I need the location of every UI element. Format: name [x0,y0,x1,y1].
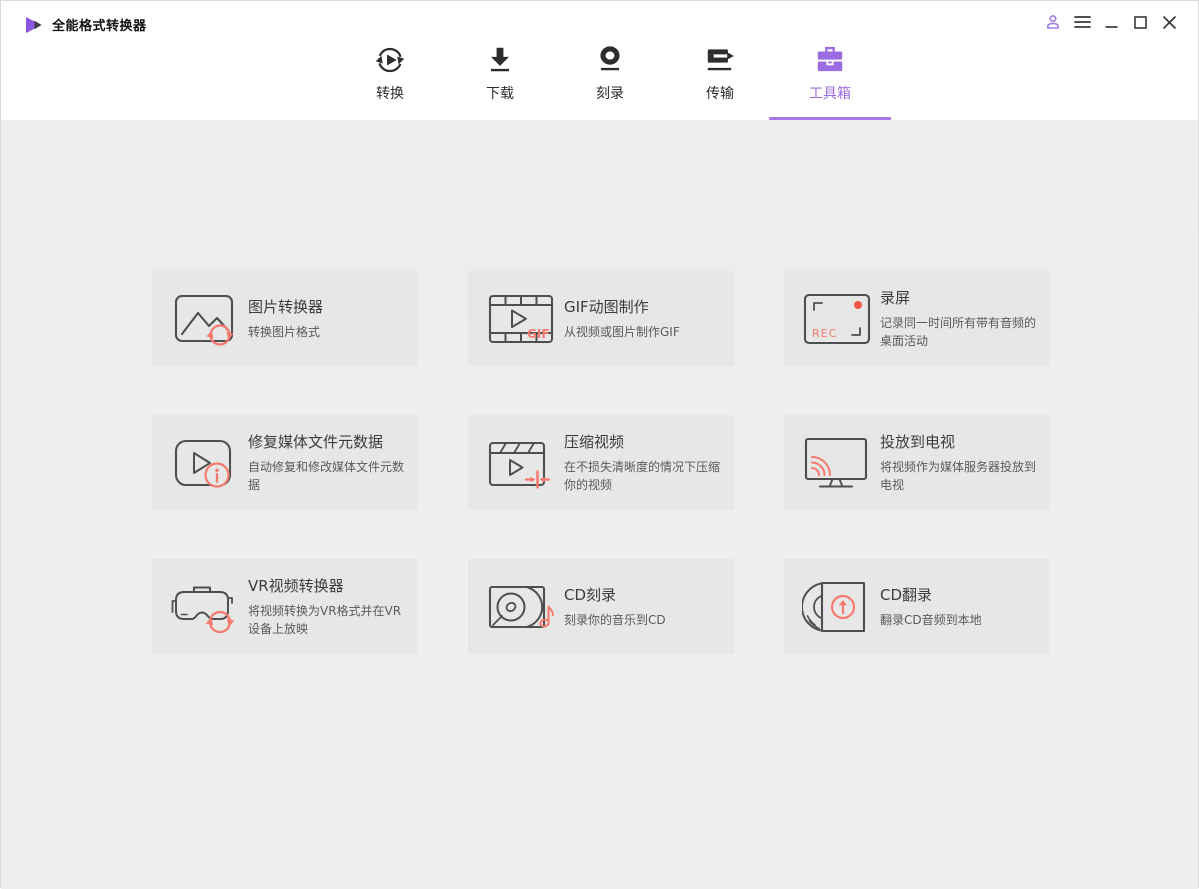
tab-transfer[interactable]: 传输 [665,37,775,120]
tab-transfer-label: 传输 [706,86,734,102]
card-title: GIF动图制作 [564,297,649,316]
card-desc: 在不损失清晰度的情况下压缩你的视频 [564,460,721,492]
card-vr-converter[interactable]: VR视频转换器 将视频转换为VR格式并在VR设备上放映 [152,559,418,654]
tab-download[interactable]: 下载 [445,37,555,120]
cd-rip-icon [800,572,876,642]
card-desc: 将视频转换为VR格式并在VR设备上放映 [248,604,402,636]
tab-burn[interactable]: 刻录 [555,37,665,120]
tab-toolbox-label: 工具箱 [809,86,851,102]
card-fix-metadata[interactable]: 修复媒体文件元数据 自动修复和修改媒体文件元数据 [152,415,418,510]
minimize-icon[interactable] [1100,13,1122,31]
download-icon [483,37,517,77]
convert-icon [373,37,407,77]
svg-text:REC: REC [812,327,837,340]
screen-record-icon: REC [800,284,876,354]
header: 全能格式转换器 转换 下载 刻录 传输 工具箱 [1,1,1198,120]
card-title: 投放到电视 [880,433,956,452]
card-desc: 刻录你的音乐到CD [564,612,666,627]
toolbox-cards-grid: 图片转换器 转换图片格式 GIF GIF动图制作 从视频或图片制作GIF REC… [152,271,1050,654]
card-gif-maker[interactable]: GIF GIF动图制作 从视频或图片制作GIF [468,271,734,366]
menu-icon[interactable] [1071,13,1093,31]
tab-toolbox[interactable]: 工具箱 [769,37,891,120]
transfer-icon [703,37,737,77]
card-desc: 记录同一时间所有带有音频的桌面活动 [880,316,1037,348]
gif-maker-icon: GIF [484,284,560,354]
card-title: 录屏 [880,289,911,308]
close-icon[interactable] [1158,13,1180,31]
app-window: { "window": { "title": "全能格式转换器", "contr… [0,0,1199,889]
burn-icon [593,37,627,77]
titlebar: 全能格式转换器 [25,15,147,34]
image-converter-icon [168,284,244,354]
maximize-icon[interactable] [1129,13,1151,31]
account-icon[interactable] [1042,13,1064,31]
toolbox-icon [813,37,847,77]
main-nav: 转换 下载 刻录 传输 工具箱 [335,37,891,120]
app-title: 全能格式转换器 [52,19,147,34]
card-title: CD刻录 [564,585,617,604]
tab-burn-label: 刻录 [596,86,624,102]
vr-converter-icon [168,572,244,642]
card-title: CD翻录 [880,585,933,604]
fix-metadata-icon [168,428,244,498]
card-desc: 将视频作为媒体服务器投放到电视 [880,460,1037,492]
tab-download-label: 下载 [486,86,514,102]
svg-text:GIF: GIF [527,327,550,341]
tab-convert[interactable]: 转换 [335,37,445,120]
window-controls [1042,13,1180,31]
tab-convert-label: 转换 [376,86,404,102]
card-desc: 从视频或图片制作GIF [564,324,680,339]
cast-to-tv-icon [800,428,876,498]
card-desc: 转换图片格式 [248,324,321,339]
card-image-converter[interactable]: 图片转换器 转换图片格式 [152,271,418,366]
card-title: 压缩视频 [564,433,625,452]
compress-video-icon [484,428,560,498]
card-title: 图片转换器 [248,297,324,316]
card-cast-to-tv[interactable]: 投放到电视 将视频作为媒体服务器投放到电视 [784,415,1050,510]
app-logo-icon [25,16,43,34]
card-cd-rip[interactable]: CD翻录 翻录CD音频到本地 [784,559,1050,654]
card-compress-video[interactable]: 压缩视频 在不损失清晰度的情况下压缩你的视频 [468,415,734,510]
cd-burn-icon [484,572,560,642]
card-title: VR视频转换器 [248,577,344,596]
card-desc: 翻录CD音频到本地 [880,612,982,627]
card-title: 修复媒体文件元数据 [248,433,384,452]
card-screen-record[interactable]: REC 录屏 记录同一时间所有带有音频的桌面活动 [784,271,1050,366]
card-desc: 自动修复和修改媒体文件元数据 [248,460,405,492]
card-cd-burn[interactable]: CD刻录 刻录你的音乐到CD [468,559,734,654]
